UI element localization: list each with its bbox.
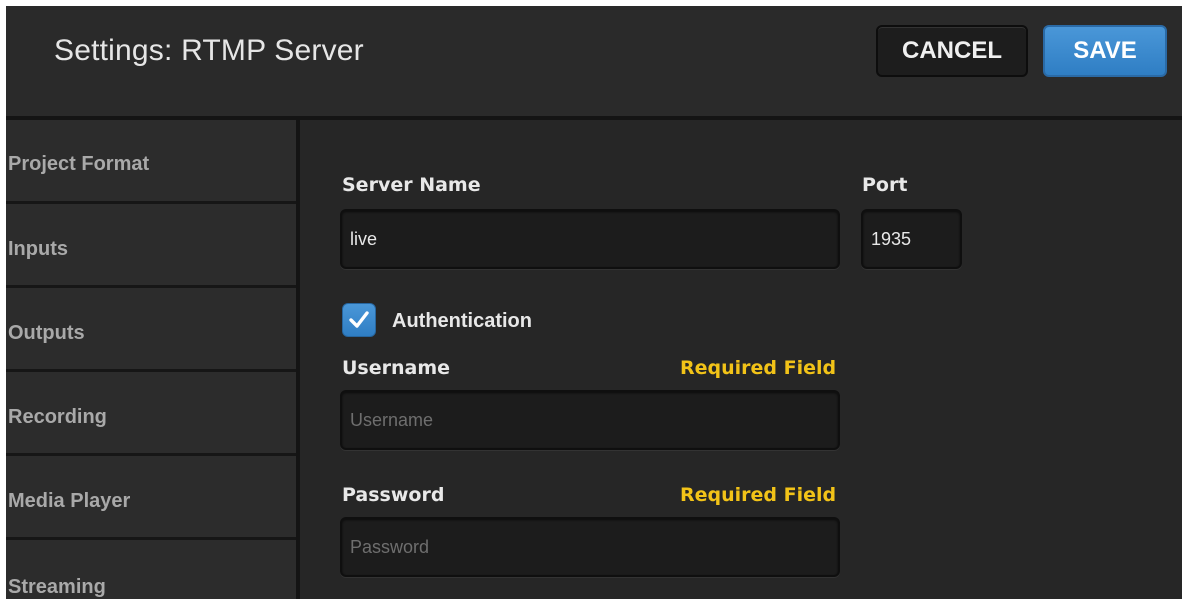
sidebar-item-label: Outputs <box>8 322 85 344</box>
page-title: Settings: RTMP Server <box>54 34 364 67</box>
cancel-button[interactable]: CANCEL <box>876 25 1028 77</box>
username-required-text: Required Field <box>680 357 837 379</box>
sidebar-item-media-player[interactable]: Media Player <box>6 456 296 540</box>
settings-dialog: Settings: RTMP Server CANCEL SAVE Projec… <box>6 6 1182 599</box>
password-label: Password <box>342 484 445 506</box>
sidebar-item-label: Streaming <box>8 576 106 598</box>
sidebar-item-label: Recording <box>8 406 107 428</box>
port-label: Port <box>862 174 908 196</box>
server-name-label: Server Name <box>342 174 481 196</box>
sidebar-item-label: Project Format <box>8 153 150 175</box>
sidebar-item-inputs[interactable]: Inputs <box>6 204 296 288</box>
username-label: Username <box>342 357 451 379</box>
sidebar-item-label: Inputs <box>8 238 68 260</box>
settings-content: Server Name Port Authentication Username… <box>300 120 1182 599</box>
sidebar-item-project-format[interactable]: Project Format <box>6 120 296 204</box>
authentication-checkbox[interactable] <box>342 303 376 337</box>
server-name-input[interactable] <box>340 209 840 269</box>
sidebar-item-recording[interactable]: Recording <box>6 372 296 456</box>
authentication-label: Authentication <box>392 310 532 332</box>
save-button[interactable]: SAVE <box>1043 25 1167 77</box>
password-input[interactable] <box>340 517 840 577</box>
password-required-text: Required Field <box>680 484 837 506</box>
port-input[interactable] <box>861 209 962 269</box>
header-bar: Settings: RTMP Server CANCEL SAVE <box>6 6 1182 120</box>
settings-sidebar: Project Format Inputs Outputs Recording … <box>6 120 300 599</box>
sidebar-item-streaming[interactable]: Streaming <box>6 540 296 599</box>
app-window: Settings: RTMP Server CANCEL SAVE Projec… <box>0 0 1182 599</box>
sidebar-item-label: Media Player <box>8 490 131 512</box>
sidebar-item-outputs[interactable]: Outputs <box>6 288 296 372</box>
username-input[interactable] <box>340 390 840 450</box>
checkmark-icon <box>349 311 369 328</box>
